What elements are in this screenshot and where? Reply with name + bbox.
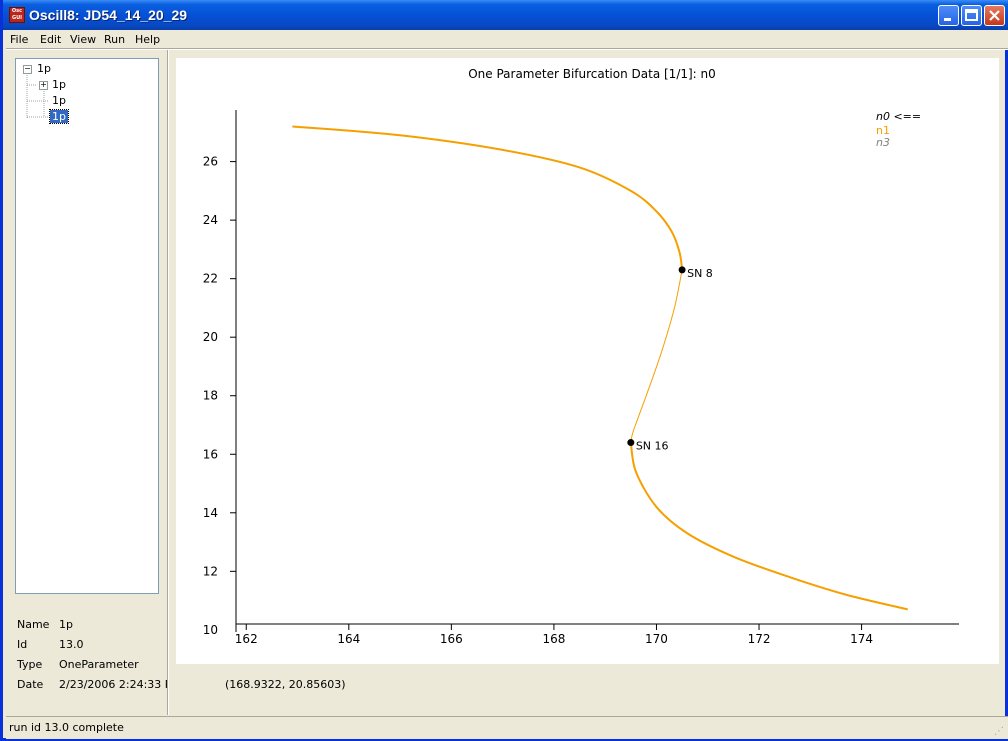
close-button[interactable]: [984, 5, 1005, 26]
menu-view[interactable]: View: [70, 33, 96, 46]
y-tick-label: 26: [203, 155, 218, 169]
x-tick-label: 168: [542, 632, 565, 646]
plot-panel[interactable]: One Parameter Bifurcation Data [1/1]: n0…: [176, 58, 999, 664]
legend-entry-n0[interactable]: n0 <==: [876, 110, 921, 123]
bifurcation-point: [627, 439, 635, 447]
coordinate-readout: (168.9322, 20.85603): [225, 678, 346, 691]
curve-branch-1: [630, 269, 683, 443]
prop-type-value: OneParameter: [59, 658, 139, 671]
menu-file[interactable]: File: [10, 33, 28, 46]
menu-help[interactable]: Help: [135, 33, 160, 46]
prop-id-value: 13.0: [59, 638, 84, 651]
x-tick-label: 162: [235, 632, 258, 646]
bifurcation-point: [678, 266, 686, 274]
x-tick-label: 170: [645, 632, 668, 646]
prop-id-key: Id: [17, 638, 28, 651]
prop-date-key: Date: [17, 678, 44, 691]
prop-type-key: Type: [17, 658, 43, 671]
properties-panel: Name 1p Id 13.0 Type OneParameter Date 2/23/…: [17, 615, 167, 695]
tree-node-root[interactable]: 1p: [37, 62, 51, 75]
chart-legend[interactable]: n0 <== n1 n3: [876, 110, 921, 149]
y-tick-label: 12: [203, 564, 218, 578]
x-tick-label: 174: [850, 632, 873, 646]
app-window: Osc GUI Oscill8: JD54_14_20_29 File Edit …: [0, 0, 1008, 741]
app-icon[interactable]: Osc GUI: [9, 7, 25, 23]
y-tick-label: 20: [203, 330, 218, 344]
prop-name-value: 1p: [59, 618, 73, 631]
curve-branch-0: [292, 125, 684, 271]
status-bar: run id 13.0 complete ⋰: [6, 716, 1008, 739]
y-tick-label: 24: [203, 213, 218, 227]
run-tree[interactable]: − 1p + 1p 1p 1p: [15, 58, 159, 594]
prop-name-key: Name: [17, 618, 50, 631]
minimize-button[interactable]: [938, 5, 959, 26]
chart-points: SN 8 SN 16: [627, 266, 713, 453]
status-text: run id 13.0 complete: [9, 721, 124, 734]
bifurcation-point-label: SN 16: [636, 440, 669, 453]
y-tick-label: 16: [203, 447, 218, 461]
y-tick-label: 22: [203, 272, 218, 286]
tree-expand-icon[interactable]: +: [39, 81, 48, 90]
chart-curves: [292, 125, 908, 611]
bifurcation-point-label: SN 8: [687, 267, 713, 280]
y-tick-label: 14: [203, 506, 218, 520]
chart-axes: 162 164 166 168 170 172 174 10 12 14 16 18 20 22 24 26: [203, 110, 959, 646]
maximize-button[interactable]: [961, 5, 982, 26]
tree-node-2[interactable]: 1p: [52, 94, 66, 107]
chart-title: One Parameter Bifurcation Data [1/1]: n0: [468, 67, 716, 81]
prop-date-value: 2/23/2006 2:24:33 PM: [59, 678, 167, 691]
x-tick-label: 172: [748, 632, 771, 646]
window-title: Oscill8: JD54_14_20_29: [29, 7, 188, 23]
tree-node-1[interactable]: 1p: [52, 78, 66, 91]
panel-splitter[interactable]: [167, 50, 169, 715]
bifurcation-chart[interactable]: One Parameter Bifurcation Data [1/1]: n0…: [176, 58, 999, 664]
tree-collapse-icon[interactable]: −: [23, 65, 32, 74]
maximize-icon: [965, 9, 978, 21]
close-icon: [989, 10, 1000, 21]
menu-run[interactable]: Run: [104, 33, 125, 46]
curve-branch-2: [629, 442, 908, 611]
y-tick-label: 10: [203, 623, 218, 637]
resize-grip-icon[interactable]: ⋰: [994, 726, 1004, 737]
x-tick-label: 164: [337, 632, 360, 646]
menu-separator: [6, 48, 1008, 50]
title-bar[interactable]: Osc GUI Oscill8: JD54_14_20_29: [3, 0, 1008, 30]
menu-bar: File Edit View Run Help: [3, 30, 1008, 48]
minimize-icon: [944, 18, 951, 21]
y-tick-label: 18: [203, 389, 218, 403]
x-tick-label: 166: [440, 632, 463, 646]
tree-node-3-selected[interactable]: 1p: [49, 109, 69, 124]
legend-entry-n3[interactable]: n3: [876, 136, 890, 149]
menu-edit[interactable]: Edit: [40, 33, 61, 46]
